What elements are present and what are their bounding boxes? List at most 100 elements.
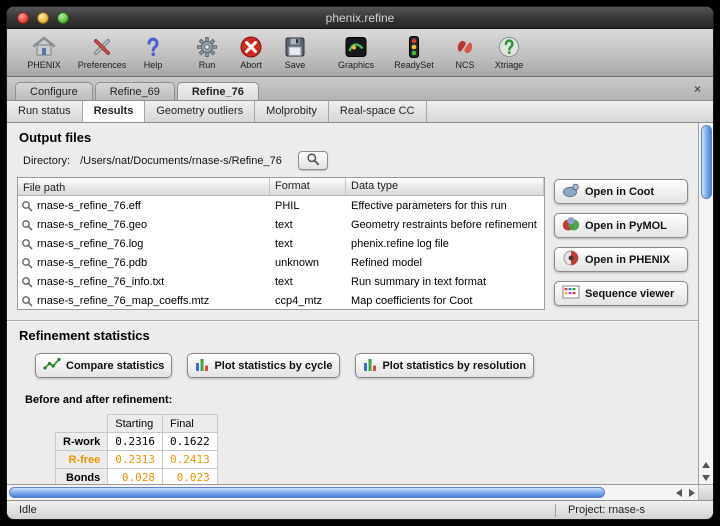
tab-close-icon[interactable]: × (690, 82, 705, 96)
toolbar: PHENIX Preferences Help Run Abort (7, 29, 713, 77)
open-in-pymol-button[interactable]: Open in PyMOL (554, 213, 688, 238)
stat-value: 0.028 (108, 469, 163, 485)
stat-value: 0.2316 (108, 433, 163, 451)
subtab-results[interactable]: Results (83, 101, 146, 122)
column-header-final: Final (163, 415, 218, 433)
status-text: Idle (19, 504, 37, 516)
directory-label: Directory: (23, 155, 70, 167)
subtab-geometry-outliers[interactable]: Geometry outliers (145, 101, 255, 122)
column-header-file-path[interactable]: File path (18, 178, 270, 195)
tab-refine-76[interactable]: Refine_76 (177, 82, 259, 100)
toolbar-graphics-button[interactable]: Graphics (327, 32, 385, 70)
vertical-scrollbar[interactable] (698, 123, 713, 484)
graphics-icon (344, 32, 368, 59)
subtab-molprobity[interactable]: Molprobity (255, 101, 329, 122)
file-format: text (270, 276, 346, 288)
toolbar-help-button[interactable]: Help (131, 32, 175, 70)
magnifier-icon[interactable] (21, 295, 33, 307)
file-format: unknown (270, 257, 346, 269)
toolbar-readyset-button[interactable]: ReadySet (385, 32, 443, 70)
file-path: rnase-s_refine_76.eff (37, 200, 141, 212)
table-row[interactable]: rnase-s_refine_76.eff PHIL Effective par… (18, 196, 544, 215)
subtab-real-space-cc[interactable]: Real-space CC (329, 101, 427, 122)
horizontal-scrollbar-thumb[interactable] (9, 487, 605, 498)
table-row: R-free 0.2313 0.2413 (56, 451, 218, 469)
gear-run-icon (195, 32, 219, 59)
statusbar-divider (555, 504, 556, 517)
table-row[interactable]: rnase-s_refine_76.log text phenix.refine… (18, 234, 544, 253)
file-format: PHIL (270, 200, 346, 212)
column-header-format[interactable]: Format (270, 178, 346, 195)
compare-chart-icon (43, 356, 61, 375)
app-window: phenix.refine PHENIX Preferences Help (7, 7, 713, 519)
pymol-icon (562, 216, 580, 235)
open-buttons-panel: Open in Coot Open in PyMOL Open in PHENI… (554, 177, 688, 310)
toolbar-preferences-button[interactable]: Preferences (73, 32, 131, 70)
toolbar-label: Xtriage (495, 60, 524, 70)
scroll-left-arrow[interactable] (672, 486, 685, 499)
magnifier-icon[interactable] (21, 219, 33, 231)
phenix-home-icon (31, 32, 57, 59)
stats-corner-cell (56, 415, 108, 433)
column-header-data-type[interactable]: Data type (346, 178, 544, 195)
table-header: File path Format Data type (18, 178, 544, 196)
toolbar-abort-button[interactable]: Abort (229, 32, 273, 70)
toolbar-xtriage-button[interactable]: Xtriage (487, 32, 531, 70)
tab-configure[interactable]: Configure (15, 82, 93, 100)
coot-bird-icon (562, 182, 580, 201)
toolbar-save-button[interactable]: Save (273, 32, 317, 70)
magnifier-icon[interactable] (21, 257, 33, 269)
magnifier-icon[interactable] (21, 238, 33, 250)
table-row[interactable]: rnase-s_refine_76.geo text Geometry rest… (18, 215, 544, 234)
column-header-starting: Starting (108, 415, 163, 433)
table-row[interactable]: rnase-s_refine_76.pdb unknown Refined mo… (18, 253, 544, 272)
toolbar-label: ReadySet (394, 60, 434, 70)
button-label: Sequence viewer (585, 288, 674, 300)
toolbar-label: Save (285, 60, 306, 70)
plot-statistics-by-cycle-button[interactable]: Plot statistics by cycle (187, 353, 340, 378)
sequence-viewer-button[interactable]: Sequence viewer (554, 281, 688, 306)
table-row: R-work 0.2316 0.1622 (56, 433, 218, 451)
scroll-right-arrow[interactable] (685, 486, 698, 499)
file-path: rnase-s_refine_76_info.txt (37, 276, 164, 288)
before-after-caption: Before and after refinement: (25, 394, 693, 406)
traffic-light-icon (402, 32, 426, 59)
section-divider (7, 320, 698, 322)
scroll-up-arrow[interactable] (700, 458, 713, 471)
ncs-icon (453, 32, 477, 59)
toolbar-phenix-button[interactable]: PHENIX (15, 32, 73, 70)
tab-bar: Configure Refine_69 Refine_76 × (7, 77, 713, 101)
open-in-coot-button[interactable]: Open in Coot (554, 179, 688, 204)
browse-directory-button[interactable] (298, 151, 328, 170)
bar-chart-icon (195, 357, 209, 375)
toolbar-run-button[interactable]: Run (185, 32, 229, 70)
search-icon (306, 152, 320, 169)
button-label: Open in PyMOL (585, 220, 667, 232)
file-datatype: Run summary in text format (346, 276, 544, 288)
toolbar-ncs-button[interactable]: NCS (443, 32, 487, 70)
vertical-scrollbar-thumb[interactable] (701, 125, 712, 199)
output-files-table[interactable]: File path Format Data type rnase-s_refin… (17, 177, 545, 310)
file-path: rnase-s_refine_76.log (37, 238, 143, 250)
open-in-phenix-button[interactable]: Open in PHENIX (554, 247, 688, 272)
refinement-stats-table: Starting Final R-work 0.2316 0.1622 R-fr… (55, 414, 218, 484)
file-datatype: Geometry restraints before refinement (346, 219, 544, 231)
phenix-icon (562, 250, 580, 269)
subtab-bar: Run status Results Geometry outliers Mol… (7, 101, 713, 123)
titlebar[interactable]: phenix.refine (7, 7, 713, 29)
table-row[interactable]: rnase-s_refine_76_map_coeffs.mtz ccp4_mt… (18, 291, 544, 310)
scroll-down-arrow[interactable] (700, 471, 713, 484)
plot-statistics-by-resolution-button[interactable]: Plot statistics by resolution (355, 353, 534, 378)
compare-statistics-button[interactable]: Compare statistics (35, 353, 172, 378)
magnifier-icon[interactable] (21, 276, 33, 288)
table-row[interactable]: rnase-s_refine_76_info.txt text Run summ… (18, 272, 544, 291)
scrollbar-corner (698, 485, 713, 500)
tab-refine-69[interactable]: Refine_69 (95, 82, 175, 100)
horizontal-scrollbar[interactable] (7, 484, 713, 500)
subtab-run-status[interactable]: Run status (7, 101, 83, 122)
magnifier-icon[interactable] (21, 200, 33, 212)
section-heading-refinement-statistics: Refinement statistics (19, 328, 693, 343)
button-label: Open in Coot (585, 186, 654, 198)
file-format: text (270, 238, 346, 250)
stat-value: 0.2313 (108, 451, 163, 469)
